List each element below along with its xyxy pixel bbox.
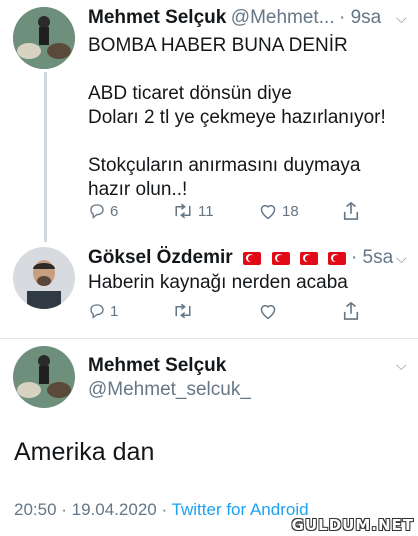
reply-button[interactable]: 1 bbox=[88, 302, 118, 320]
turkey-flag-icon bbox=[243, 252, 262, 266]
divider bbox=[0, 338, 418, 339]
tweet-line: ABD ticaret dönsün diye bbox=[88, 83, 292, 104]
reply-icon bbox=[90, 204, 104, 219]
share-button[interactable] bbox=[342, 201, 360, 221]
tweet-time: · 9sa bbox=[339, 7, 382, 28]
heart-icon bbox=[260, 204, 276, 220]
author-handle[interactable]: @Mehmet... bbox=[231, 7, 335, 28]
tweet-line: hazır olun..! bbox=[88, 179, 188, 200]
retweet-button[interactable] bbox=[172, 302, 194, 320]
like-button[interactable]: 18 bbox=[258, 202, 299, 220]
tweet-line: BOMBA HABER BUNA DENİR bbox=[88, 35, 348, 56]
share-icon bbox=[343, 201, 359, 220]
tweet-text: Haberin kaynağı nerden acaba bbox=[88, 272, 348, 293]
chevron-down-icon[interactable]: ⌵ bbox=[396, 357, 407, 374]
heart-icon bbox=[260, 304, 276, 320]
reply-count: 6 bbox=[110, 202, 119, 220]
tweet-time: · 5sa bbox=[350, 247, 394, 268]
retweet-count: 11 bbox=[198, 202, 214, 220]
turkey-flag-icon bbox=[271, 252, 290, 266]
avatar-mehmet[interactable] bbox=[13, 346, 75, 408]
turkey-flag-icon bbox=[300, 252, 319, 266]
chevron-down-icon[interactable]: ⌵ bbox=[396, 250, 407, 267]
author-name[interactable]: Göksel Özdemir bbox=[88, 247, 233, 268]
share-button[interactable] bbox=[342, 301, 360, 321]
reply-icon bbox=[90, 304, 104, 319]
retweet-button[interactable]: 11 bbox=[172, 202, 214, 220]
reply-count: 1 bbox=[110, 302, 119, 320]
chevron-down-icon[interactable]: ⌵ bbox=[396, 10, 407, 27]
author-name[interactable]: Mehmet Selçuk bbox=[88, 355, 226, 377]
thread-line bbox=[44, 72, 47, 242]
author-name[interactable]: Mehmet Selçuk bbox=[88, 7, 226, 28]
share-icon bbox=[343, 301, 359, 320]
tweet-datetime: 20:50 · 19.04.2020 · bbox=[14, 500, 172, 519]
tweet-source-link[interactable]: Twitter for Android bbox=[172, 500, 309, 519]
turkey-flag-icon bbox=[328, 252, 347, 266]
retweet-icon bbox=[175, 303, 191, 319]
tweet-line: Doları 2 tl ye çekmeye hazırlanıyor! bbox=[88, 107, 386, 128]
watermark: GULDUM.NET bbox=[291, 516, 414, 534]
tweet-text: BOMBA HABER BUNA DENİR ABD ticaret dönsü… bbox=[88, 34, 408, 202]
like-count: 18 bbox=[282, 202, 299, 220]
like-button[interactable] bbox=[258, 302, 278, 320]
avatar-goksel[interactable] bbox=[13, 247, 75, 309]
author-handle[interactable]: @Mehmet_selcuk_ bbox=[88, 379, 251, 401]
tweet-text: Amerika dan bbox=[14, 438, 155, 466]
retweet-icon bbox=[175, 203, 191, 219]
avatar-mehmet[interactable] bbox=[13, 7, 75, 69]
reply-button[interactable]: 6 bbox=[88, 202, 118, 220]
tweet-line: Stokçuların anırmasını duymaya bbox=[88, 155, 361, 176]
